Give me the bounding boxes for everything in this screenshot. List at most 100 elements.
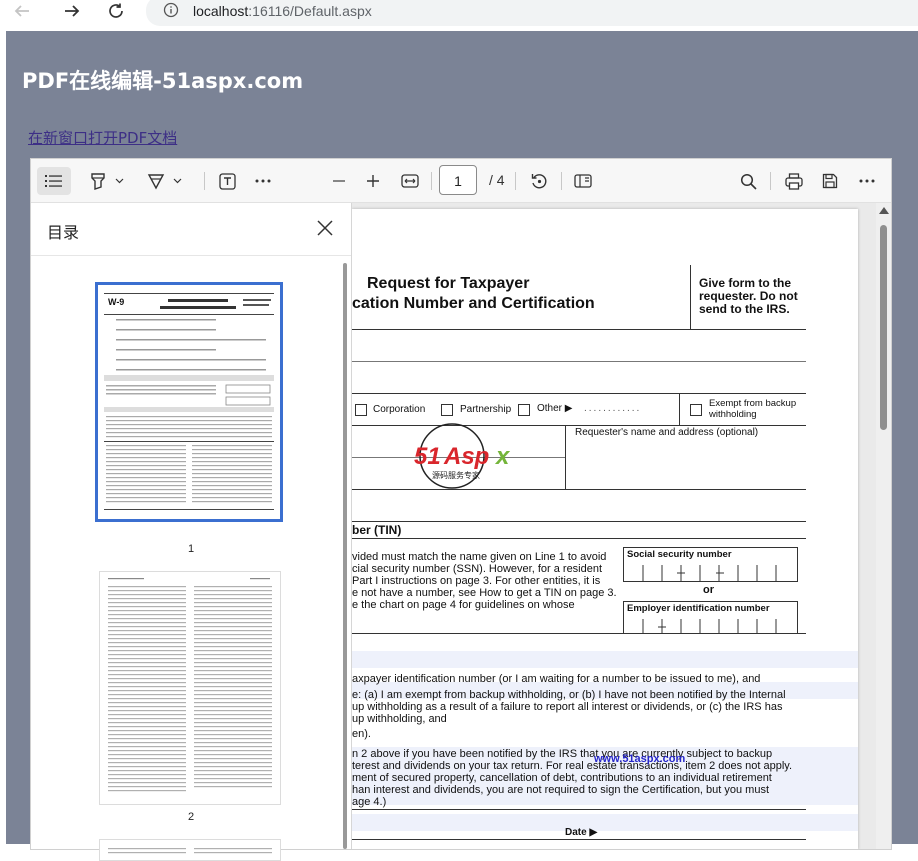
form-field-band [352,814,858,831]
two-page-icon [574,174,592,188]
page-number-input[interactable]: 1 [439,165,477,195]
svg-text:x: x [494,443,511,470]
chevron-down-icon [115,178,123,184]
save-button[interactable] [817,167,843,195]
text-box-icon [218,172,236,190]
url-host: localhost [193,3,249,19]
printer-icon [785,172,803,190]
date-label: Date ▶ [565,827,598,838]
form-field-band [352,651,858,668]
exempt-label: Exempt from backup withholding [709,398,797,420]
browser-toolbar: localhost:16116/Default.aspx [0,0,918,31]
page-thumbnail-3[interactable] [99,839,281,861]
address-bar[interactable]: localhost:16116/Default.aspx [146,0,918,26]
ein-box [623,601,798,634]
fit-width-button[interactable] [397,167,423,195]
svg-text:W-9: W-9 [108,297,124,307]
highlight-button[interactable] [85,167,127,195]
arrow-left-icon[interactable] [8,0,36,22]
plus-icon [367,175,379,187]
rule [352,839,806,840]
svg-text:51: 51 [414,443,441,470]
outline-sidebar: 目录 W-9 1 2 [31,203,352,861]
rule [565,425,566,489]
partnership-checkbox[interactable] [441,404,453,416]
page-title: PDF在线编辑-51aspx.com [22,69,304,93]
sidebar-title: 目录 [47,223,80,242]
zoom-in-button[interactable] [361,167,385,195]
other-dotted-line: ............ [584,403,642,414]
zoom-out-button[interactable] [327,167,351,195]
rule [352,633,806,634]
settings-more-button[interactable] [854,167,880,195]
add-text-button[interactable] [215,167,239,195]
page-thumbnail-2[interactable] [99,571,281,805]
corporation-checkbox[interactable] [355,404,367,416]
sidebar-scrollbar[interactable] [343,263,347,849]
close-icon[interactable] [314,217,336,239]
document-area: Request for Taxpayer cation Number and C… [352,203,891,849]
more-tools-button[interactable] [251,167,275,195]
part1-heading: ber (TIN) [352,523,402,537]
list-icon [45,175,62,187]
more-horizontal-icon [255,179,271,183]
requester-label: Requester's name and address (optional) [575,427,759,438]
info-icon[interactable] [163,2,179,18]
certification-text: axpayer identification number (or I am w… [352,673,793,808]
rule [352,361,806,362]
give-form-note: Give form to the requester. Do not send to… [699,276,798,316]
draw-button[interactable] [143,167,185,195]
form-title-line1: Request for Taxpayer [367,275,530,292]
url-path: :16116/Default.aspx [248,3,372,19]
chevron-down-icon [173,178,181,184]
floppy-disk-icon [822,173,838,189]
or-label: or [703,584,714,596]
page-thumbnail-1[interactable]: W-9 [95,282,283,522]
scroll-up-arrow-icon[interactable] [879,207,889,214]
page-view-button[interactable] [570,167,596,195]
document-scrollbar[interactable] [876,203,891,849]
other-label: Other ▶ [537,403,573,414]
pdf-toolbar: 1 / 4 [31,159,891,203]
toolbar-divider [431,172,432,190]
partnership-label: Partnership [460,404,512,415]
rotate-icon [531,174,547,189]
toolbar-divider [515,172,516,190]
search-icon [740,173,757,190]
reload-icon[interactable] [102,0,130,22]
svg-text:Asp: Asp [443,443,489,470]
ssn-box [623,547,798,582]
tin-instructions: vided must match the name given on Line … [352,551,617,611]
site-watermark: www.51aspx.com [594,753,686,765]
rotate-button[interactable] [526,167,552,195]
arrow-right-icon[interactable] [58,0,86,22]
rule [679,393,680,425]
toolbar-divider [770,172,771,190]
scrollbar-thumb[interactable] [880,225,887,430]
fit-width-icon [401,174,419,188]
print-button[interactable] [781,167,807,195]
more-horizontal-icon [859,179,875,183]
form-title-line2: cation Number and Certification [352,295,595,312]
pen-icon [147,174,164,190]
toolbar-divider [204,172,205,190]
url-text: localhost:16116/Default.aspx [193,3,372,19]
other-checkbox[interactable] [518,404,530,416]
search-button[interactable] [735,167,761,195]
exempt-checkbox[interactable] [690,404,702,416]
pdf-page: Request for Taxpayer cation Number and C… [352,209,858,849]
watermark-logo: 51 Asp x 源码服务专家 [404,423,534,493]
page-body: PDF在线编辑-51aspx.com 在新窗口打开PDF文档 1 / 4 目录 … [6,31,918,861]
pdf-viewer: 1 / 4 目录 W-9 1 2 Request for Taxpayer ca… [30,158,892,861]
open-in-new-window-link[interactable]: 在新窗口打开PDF文档 [28,127,177,148]
sidebar-header: 目录 [31,203,351,256]
rule [352,521,806,522]
rule [352,809,806,810]
rule [690,265,691,329]
rule [352,538,806,539]
highlighter-icon [90,173,105,190]
table-of-contents-button[interactable] [37,167,71,195]
rule [352,329,806,330]
corporation-label: Corporation [373,404,426,415]
svg-text:源码服务专家: 源码服务专家 [432,470,480,480]
